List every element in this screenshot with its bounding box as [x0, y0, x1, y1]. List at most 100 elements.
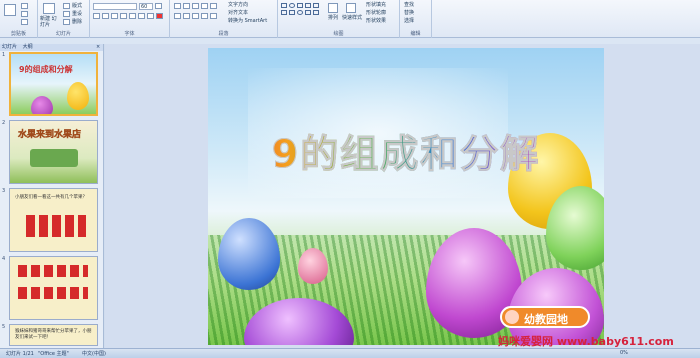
- align-left-icon[interactable]: [174, 13, 181, 19]
- tab-slides[interactable]: 幻灯片: [2, 44, 17, 50]
- apples-image: [18, 265, 88, 277]
- more-shapes-icon[interactable]: [313, 10, 319, 15]
- kid-face-icon: [505, 310, 519, 324]
- layout-icon[interactable]: [63, 3, 70, 9]
- zoom-level[interactable]: 0%: [620, 350, 628, 356]
- close-icon[interactable]: ×: [96, 44, 100, 51]
- justify-icon[interactable]: [201, 13, 208, 19]
- editing-group: 查找 替换 选择 编辑: [400, 0, 432, 38]
- group-label: 字体: [124, 31, 135, 37]
- drawing-group: 排列 快速样式 形状填充 形状轮廓 形状效果 绘图: [278, 0, 400, 38]
- italic-icon[interactable]: [102, 13, 109, 19]
- group-label: 绘图: [333, 31, 344, 37]
- font-size-combo[interactable]: 60: [139, 3, 153, 10]
- shape-fill-button[interactable]: 形状填充: [366, 2, 386, 8]
- line-shape-icon[interactable]: [297, 3, 303, 8]
- shape-effects-button[interactable]: 形状效果: [366, 18, 386, 24]
- decrease-indent-icon[interactable]: [192, 3, 199, 9]
- case-icon[interactable]: [147, 13, 154, 19]
- underline-icon[interactable]: [111, 13, 118, 19]
- triangle-shape-icon[interactable]: [313, 3, 319, 8]
- spacing-icon[interactable]: [138, 13, 145, 19]
- layout-button[interactable]: 版式: [72, 3, 82, 9]
- font-group: 60 字体: [90, 0, 170, 38]
- group-label: 编辑: [410, 31, 421, 37]
- reset-button[interactable]: 重设: [72, 11, 82, 17]
- blue-egg-image: [218, 218, 280, 290]
- new-slide-button[interactable]: 新建 幻灯片: [40, 16, 60, 28]
- star-shape-icon[interactable]: [281, 10, 287, 15]
- watermark: 妈咪爱婴网 www.baby611.com: [498, 335, 674, 348]
- fruit-shop-image: [30, 149, 78, 167]
- slide-number: 3: [2, 188, 6, 194]
- strikethrough-icon[interactable]: [120, 13, 127, 19]
- reset-icon[interactable]: [63, 11, 70, 17]
- find-button[interactable]: 查找: [404, 2, 414, 8]
- arrange-icon[interactable]: [328, 3, 338, 13]
- smartart-button[interactable]: 转换为 SmartArt: [228, 18, 267, 24]
- increase-indent-icon[interactable]: [201, 3, 208, 9]
- slide-thumbnail-2[interactable]: 水果来到水果店: [9, 120, 98, 184]
- slide-thumbnail-3[interactable]: 小朋友们看一看这一共有几个苹果？: [9, 188, 98, 252]
- slide-number: 2: [2, 120, 6, 126]
- select-button[interactable]: 选择: [404, 18, 414, 24]
- group-label: 幻灯片: [55, 31, 71, 37]
- font-name-combo[interactable]: [93, 3, 137, 10]
- format-painter-icon[interactable]: [21, 19, 28, 25]
- group-label: 段落: [218, 31, 229, 37]
- slide-thumbnail-1[interactable]: 9的组成和分解: [9, 52, 98, 116]
- shadow-icon[interactable]: [129, 13, 136, 19]
- thumb-title: 9的组成和分解: [19, 65, 73, 74]
- align-center-icon[interactable]: [183, 13, 190, 19]
- columns-icon[interactable]: [210, 13, 217, 19]
- arrange-button[interactable]: 排列: [328, 15, 338, 21]
- logo: 幼教园地: [500, 306, 590, 328]
- bullets-icon[interactable]: [174, 3, 181, 9]
- egg-image: [31, 96, 53, 114]
- arrow-shape-icon[interactable]: [305, 3, 311, 8]
- font-color-icon[interactable]: [156, 13, 163, 19]
- bold-icon[interactable]: [93, 13, 100, 19]
- replace-button[interactable]: 替换: [404, 10, 414, 16]
- slide-title[interactable]: 9的组成和分解: [208, 123, 604, 178]
- thumb-title: 水果来到水果店: [18, 130, 82, 140]
- delete-icon[interactable]: [63, 19, 70, 25]
- align-text-button[interactable]: 对齐文本: [228, 10, 248, 16]
- slide-counter: 幻灯片 1/21: [6, 351, 34, 357]
- ribbon: 剪贴板 新建 幻灯片 版式 重设 删除 幻灯片 60 字体 文字方向 对齐文本 …: [0, 0, 700, 38]
- callout-shape-icon[interactable]: [289, 10, 295, 15]
- delete-button[interactable]: 删除: [72, 19, 82, 25]
- quick-styles-icon[interactable]: [346, 3, 356, 13]
- status-bar: 幻灯片 1/21 "Office 主题" 中文(中国) 0%: [0, 348, 700, 358]
- heart-shape-icon[interactable]: [297, 10, 303, 15]
- align-right-icon[interactable]: [192, 13, 199, 19]
- shape-outline-button[interactable]: 形状轮廓: [366, 10, 386, 16]
- quick-styles-button[interactable]: 快速样式: [342, 15, 362, 21]
- tab-outline[interactable]: 大纲: [23, 44, 33, 50]
- slides-panel: 幻灯片 大纲 × 1 9的组成和分解 2 水果来到水果店 3 小朋友们看一看这一…: [0, 44, 104, 348]
- slide-number: 1: [2, 52, 6, 58]
- text-direction-button[interactable]: 文字方向: [228, 2, 248, 8]
- current-slide[interactable]: 9的组成和分解 幼教园地: [208, 48, 604, 345]
- thumb-text: 小朋友们看一看这一共有几个苹果？: [15, 195, 87, 200]
- rectangle-shape-icon[interactable]: [281, 3, 287, 8]
- paste-icon[interactable]: [4, 4, 16, 16]
- grow-font-icon[interactable]: [155, 3, 162, 9]
- slide-thumbnail-5[interactable]: 猴妹妹和猪哥哥来帮忙分苹果了，小朋友们来试一下吧！: [9, 324, 98, 346]
- group-label: 剪贴板: [10, 31, 26, 37]
- line-spacing-icon[interactable]: [210, 3, 217, 9]
- slide-number: 5: [2, 324, 6, 330]
- copy-icon[interactable]: [21, 11, 28, 17]
- numbering-icon[interactable]: [183, 3, 190, 9]
- language-indicator: 中文(中国): [82, 351, 106, 357]
- cut-icon[interactable]: [21, 3, 28, 9]
- apples-image: [26, 215, 86, 237]
- slide-thumbnail-4[interactable]: [9, 256, 98, 320]
- brace-shape-icon[interactable]: [305, 10, 311, 15]
- thumb-text: 猴妹妹和猪哥哥来帮忙分苹果了，小朋友们来试一下吧！: [15, 329, 92, 340]
- pink-egg-image: [298, 248, 328, 284]
- oval-shape-icon[interactable]: [289, 3, 295, 8]
- logo-text: 幼教园地: [524, 313, 568, 326]
- new-slide-icon[interactable]: [43, 3, 55, 14]
- egg-image: [67, 82, 89, 110]
